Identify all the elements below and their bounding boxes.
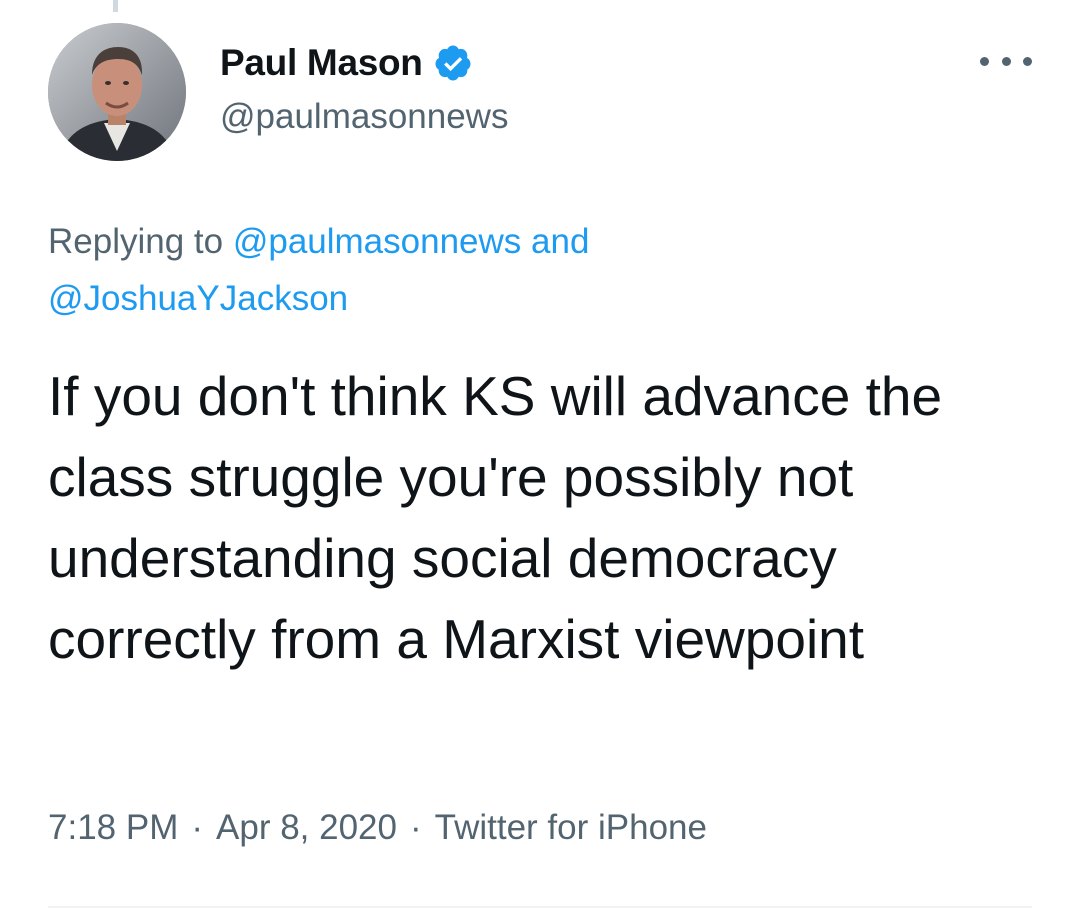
thread-connector-line bbox=[113, 0, 118, 12]
author-handle[interactable]: @paulmasonnews bbox=[220, 97, 508, 137]
tweet-text: If you don't think KS will advance the c… bbox=[48, 365, 943, 670]
divider bbox=[48, 906, 1032, 908]
tweet-metadata: 7:18 PM · Apr 8, 2020 · Twitter for iPhone bbox=[48, 808, 707, 848]
more-dot bbox=[980, 56, 989, 66]
more-options-icon[interactable] bbox=[980, 46, 1032, 76]
avatar[interactable] bbox=[48, 23, 186, 161]
more-dot bbox=[1023, 56, 1032, 66]
replying-to-label: Replying to bbox=[48, 222, 233, 261]
tweet-time[interactable]: 7:18 PM bbox=[48, 808, 178, 847]
mention-link-joshuayjackson[interactable]: @JoshuaYJackson bbox=[48, 279, 348, 318]
author-name-row: Paul Mason bbox=[220, 38, 473, 88]
meta-separator: · bbox=[409, 808, 422, 847]
replying-to-context: Replying to @paulmasonnews and @JoshuaYJ… bbox=[48, 213, 808, 327]
meta-separator: · bbox=[191, 808, 204, 847]
mention-connector: and bbox=[521, 222, 590, 261]
more-dot bbox=[1001, 56, 1011, 66]
avatar-photo bbox=[48, 23, 186, 161]
tweet-date[interactable]: Apr 8, 2020 bbox=[216, 808, 397, 847]
tweet-source[interactable]: Twitter for iPhone bbox=[435, 808, 707, 847]
mention-link-paulmasonnews[interactable]: @paulmasonnews bbox=[233, 222, 521, 261]
author-display-name[interactable]: Paul Mason bbox=[220, 42, 423, 84]
verified-badge-icon bbox=[435, 45, 471, 81]
